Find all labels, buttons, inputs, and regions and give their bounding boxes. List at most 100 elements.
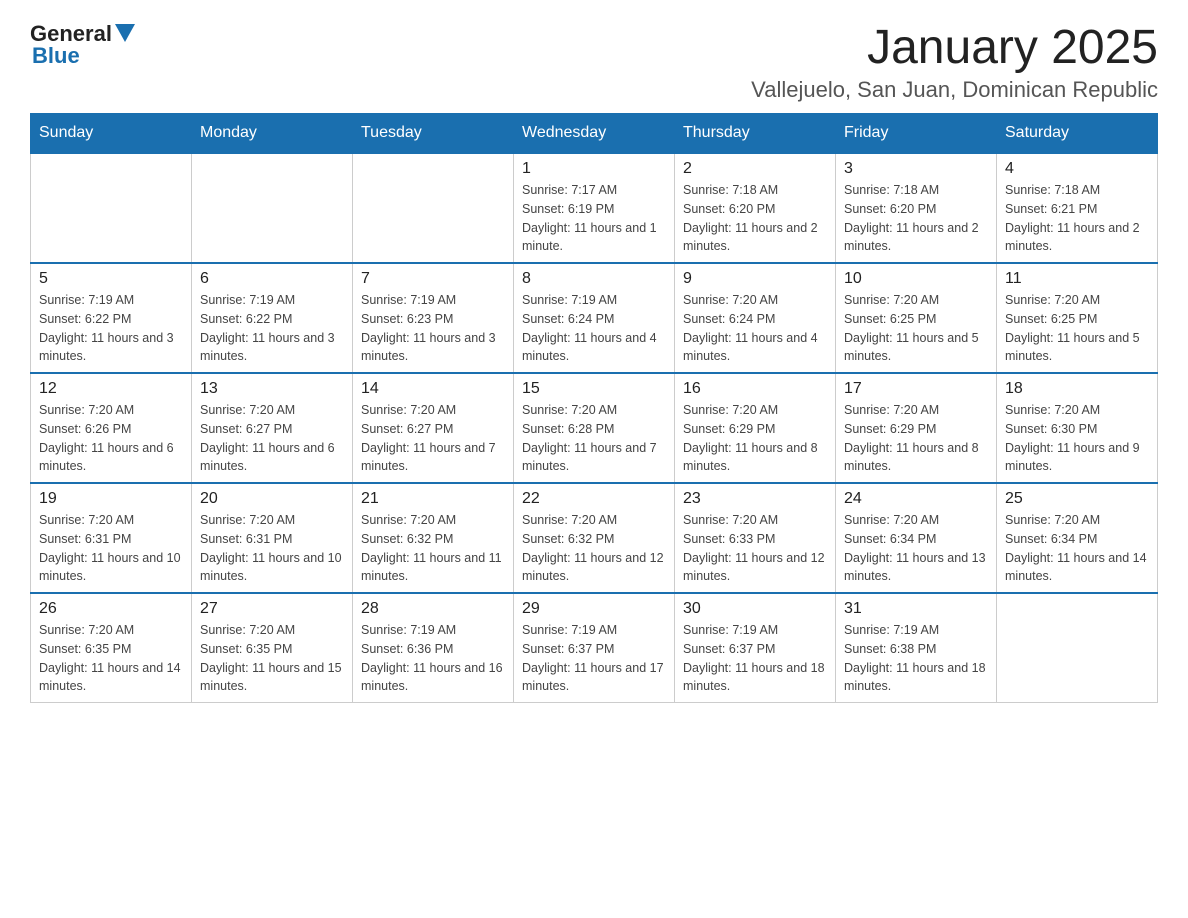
- day-number: 6: [200, 270, 344, 288]
- day-number: 25: [1005, 490, 1149, 508]
- day-info: Sunrise: 7:20 AM Sunset: 6:31 PM Dayligh…: [200, 511, 344, 586]
- logo-blue: Blue: [32, 43, 80, 69]
- day-number: 24: [844, 490, 988, 508]
- calendar-cell: 25 Sunrise: 7:20 AM Sunset: 6:34 PM Dayli…: [997, 483, 1158, 593]
- day-info: Sunrise: 7:19 AM Sunset: 6:37 PM Dayligh…: [683, 621, 827, 696]
- day-number: 1: [522, 160, 666, 178]
- calendar-cell: 22 Sunrise: 7:20 AM Sunset: 6:32 PM Dayli…: [514, 483, 675, 593]
- day-info: Sunrise: 7:19 AM Sunset: 6:23 PM Dayligh…: [361, 291, 505, 366]
- day-info: Sunrise: 7:19 AM Sunset: 6:38 PM Dayligh…: [844, 621, 988, 696]
- calendar-cell: [31, 153, 192, 263]
- calendar-cell: 10 Sunrise: 7:20 AM Sunset: 6:25 PM Dayli…: [836, 263, 997, 373]
- day-info: Sunrise: 7:20 AM Sunset: 6:29 PM Dayligh…: [683, 401, 827, 476]
- day-number: 12: [39, 380, 183, 398]
- day-number: 28: [361, 600, 505, 618]
- calendar-subtitle: Vallejuelo, San Juan, Dominican Republic: [751, 77, 1158, 103]
- calendar-cell: 4 Sunrise: 7:18 AM Sunset: 6:21 PM Daylig…: [997, 153, 1158, 263]
- day-number: 17: [844, 380, 988, 398]
- day-info: Sunrise: 7:20 AM Sunset: 6:34 PM Dayligh…: [844, 511, 988, 586]
- day-info: Sunrise: 7:20 AM Sunset: 6:31 PM Dayligh…: [39, 511, 183, 586]
- day-number: 31: [844, 600, 988, 618]
- day-info: Sunrise: 7:20 AM Sunset: 6:26 PM Dayligh…: [39, 401, 183, 476]
- day-info: Sunrise: 7:19 AM Sunset: 6:24 PM Dayligh…: [522, 291, 666, 366]
- calendar-week-row: 19 Sunrise: 7:20 AM Sunset: 6:31 PM Dayli…: [31, 483, 1158, 593]
- day-number: 30: [683, 600, 827, 618]
- day-number: 7: [361, 270, 505, 288]
- calendar-cell: 31 Sunrise: 7:19 AM Sunset: 6:38 PM Dayli…: [836, 593, 997, 703]
- day-info: Sunrise: 7:20 AM Sunset: 6:25 PM Dayligh…: [844, 291, 988, 366]
- day-info: Sunrise: 7:18 AM Sunset: 6:20 PM Dayligh…: [844, 181, 988, 256]
- calendar-cell: 18Sunrise: 7:20 AM Sunset: 6:30 PM Dayli…: [997, 373, 1158, 483]
- day-info: Sunrise: 7:19 AM Sunset: 6:22 PM Dayligh…: [39, 291, 183, 366]
- day-number: 14: [361, 380, 505, 398]
- day-info: Sunrise: 7:20 AM Sunset: 6:27 PM Dayligh…: [361, 401, 505, 476]
- day-header-saturday: Saturday: [997, 114, 1158, 154]
- calendar-week-row: 26 Sunrise: 7:20 AM Sunset: 6:35 PM Dayli…: [31, 593, 1158, 703]
- calendar-cell: 15 Sunrise: 7:20 AM Sunset: 6:28 PM Dayli…: [514, 373, 675, 483]
- day-header-tuesday: Tuesday: [353, 114, 514, 154]
- day-number: 5: [39, 270, 183, 288]
- calendar-cell: 2 Sunrise: 7:18 AM Sunset: 6:20 PM Daylig…: [675, 153, 836, 263]
- calendar-cell: 13 Sunrise: 7:20 AM Sunset: 6:27 PM Dayli…: [192, 373, 353, 483]
- day-number: 9: [683, 270, 827, 288]
- day-info: Sunrise: 7:20 AM Sunset: 6:27 PM Dayligh…: [200, 401, 344, 476]
- calendar-cell: [997, 593, 1158, 703]
- calendar-cell: 21Sunrise: 7:20 AM Sunset: 6:32 PM Dayli…: [353, 483, 514, 593]
- day-number: 29: [522, 600, 666, 618]
- day-info: Sunrise: 7:18 AM Sunset: 6:21 PM Dayligh…: [1005, 181, 1149, 256]
- calendar-week-row: 5 Sunrise: 7:19 AM Sunset: 6:22 PM Daylig…: [31, 263, 1158, 373]
- calendar-cell: 11Sunrise: 7:20 AM Sunset: 6:25 PM Dayli…: [997, 263, 1158, 373]
- calendar-cell: 30 Sunrise: 7:19 AM Sunset: 6:37 PM Dayli…: [675, 593, 836, 703]
- day-number: 15: [522, 380, 666, 398]
- day-header-thursday: Thursday: [675, 114, 836, 154]
- title-section: January 2025 Vallejuelo, San Juan, Domin…: [751, 20, 1158, 103]
- calendar-header-row: SundayMondayTuesdayWednesdayThursdayFrid…: [31, 114, 1158, 154]
- day-number: 16: [683, 380, 827, 398]
- day-header-monday: Monday: [192, 114, 353, 154]
- calendar-cell: 1Sunrise: 7:17 AM Sunset: 6:19 PM Daylig…: [514, 153, 675, 263]
- calendar-cell: 8Sunrise: 7:19 AM Sunset: 6:24 PM Daylig…: [514, 263, 675, 373]
- day-header-wednesday: Wednesday: [514, 114, 675, 154]
- day-number: 20: [200, 490, 344, 508]
- calendar-cell: 9 Sunrise: 7:20 AM Sunset: 6:24 PM Daylig…: [675, 263, 836, 373]
- calendar-cell: 27Sunrise: 7:20 AM Sunset: 6:35 PM Dayli…: [192, 593, 353, 703]
- calendar-week-row: 12 Sunrise: 7:20 AM Sunset: 6:26 PM Dayli…: [31, 373, 1158, 483]
- calendar-cell: 28Sunrise: 7:19 AM Sunset: 6:36 PM Dayli…: [353, 593, 514, 703]
- day-number: 26: [39, 600, 183, 618]
- calendar-cell: 20 Sunrise: 7:20 AM Sunset: 6:31 PM Dayli…: [192, 483, 353, 593]
- day-info: Sunrise: 7:19 AM Sunset: 6:22 PM Dayligh…: [200, 291, 344, 366]
- day-info: Sunrise: 7:20 AM Sunset: 6:35 PM Dayligh…: [200, 621, 344, 696]
- calendar-cell: 23Sunrise: 7:20 AM Sunset: 6:33 PM Dayli…: [675, 483, 836, 593]
- day-number: 2: [683, 160, 827, 178]
- day-header-friday: Friday: [836, 114, 997, 154]
- day-info: Sunrise: 7:19 AM Sunset: 6:37 PM Dayligh…: [522, 621, 666, 696]
- day-info: Sunrise: 7:20 AM Sunset: 6:25 PM Dayligh…: [1005, 291, 1149, 366]
- day-info: Sunrise: 7:18 AM Sunset: 6:20 PM Dayligh…: [683, 181, 827, 256]
- day-info: Sunrise: 7:20 AM Sunset: 6:34 PM Dayligh…: [1005, 511, 1149, 586]
- calendar-cell: 19 Sunrise: 7:20 AM Sunset: 6:31 PM Dayli…: [31, 483, 192, 593]
- calendar-week-row: 1Sunrise: 7:17 AM Sunset: 6:19 PM Daylig…: [31, 153, 1158, 263]
- day-info: Sunrise: 7:20 AM Sunset: 6:24 PM Dayligh…: [683, 291, 827, 366]
- day-info: Sunrise: 7:20 AM Sunset: 6:32 PM Dayligh…: [522, 511, 666, 586]
- calendar-table: SundayMondayTuesdayWednesdayThursdayFrid…: [30, 113, 1158, 703]
- day-number: 4: [1005, 160, 1149, 178]
- day-number: 13: [200, 380, 344, 398]
- day-number: 19: [39, 490, 183, 508]
- day-info: Sunrise: 7:20 AM Sunset: 6:28 PM Dayligh…: [522, 401, 666, 476]
- day-header-sunday: Sunday: [31, 114, 192, 154]
- calendar-cell: 17 Sunrise: 7:20 AM Sunset: 6:29 PM Dayli…: [836, 373, 997, 483]
- calendar-cell: 12 Sunrise: 7:20 AM Sunset: 6:26 PM Dayli…: [31, 373, 192, 483]
- day-number: 22: [522, 490, 666, 508]
- logo: General Blue: [30, 20, 135, 69]
- day-info: Sunrise: 7:20 AM Sunset: 6:29 PM Dayligh…: [844, 401, 988, 476]
- day-info: Sunrise: 7:20 AM Sunset: 6:30 PM Dayligh…: [1005, 401, 1149, 476]
- day-info: Sunrise: 7:20 AM Sunset: 6:32 PM Dayligh…: [361, 511, 505, 586]
- page-header: General Blue January 2025 Vallejuelo, Sa…: [30, 20, 1158, 103]
- calendar-cell: 29 Sunrise: 7:19 AM Sunset: 6:37 PM Dayli…: [514, 593, 675, 703]
- calendar-cell: 5 Sunrise: 7:19 AM Sunset: 6:22 PM Daylig…: [31, 263, 192, 373]
- calendar-cell: 14 Sunrise: 7:20 AM Sunset: 6:27 PM Dayli…: [353, 373, 514, 483]
- calendar-cell: [192, 153, 353, 263]
- day-number: 10: [844, 270, 988, 288]
- calendar-cell: 26Sunrise: 7:20 AM Sunset: 6:35 PM Dayli…: [31, 593, 192, 703]
- day-info: Sunrise: 7:20 AM Sunset: 6:33 PM Dayligh…: [683, 511, 827, 586]
